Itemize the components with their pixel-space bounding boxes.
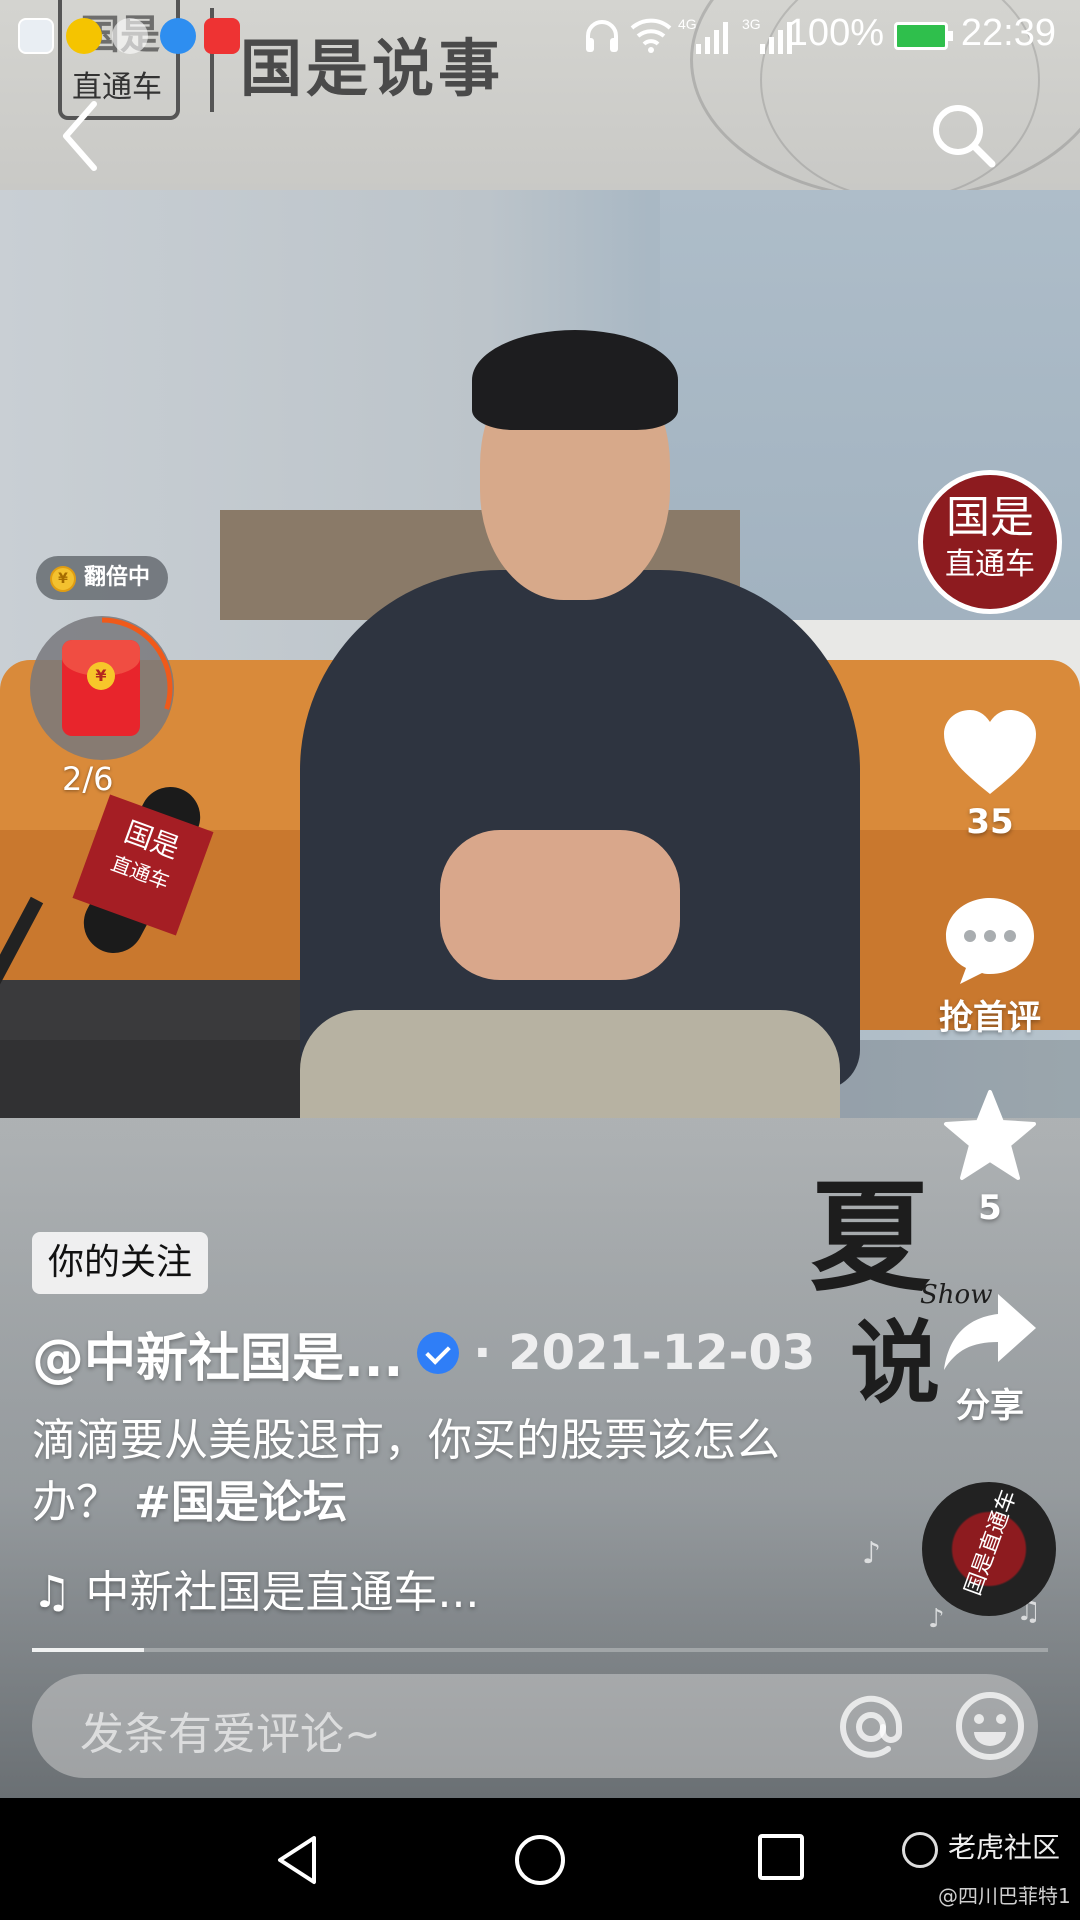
toutiao-app-icon: [204, 18, 240, 54]
author-avatar[interactable]: 国是 直通车: [918, 470, 1062, 614]
battery-icon: [894, 22, 953, 50]
comment-button[interactable]: 抢首评: [930, 894, 1050, 1039]
watermark-char1: 夏: [810, 1167, 930, 1308]
star-icon: [944, 1090, 1036, 1180]
music-note-icon: ♫: [32, 1567, 72, 1618]
tiger-community-logo: [902, 1832, 938, 1868]
caption-hashtag[interactable]: #国是论坛: [134, 1477, 347, 1528]
coin-icon: ¥: [50, 566, 76, 592]
red-packet-icon: ¥: [62, 640, 140, 736]
video-person-hair: [472, 330, 678, 430]
qq-app-icon: [112, 18, 148, 54]
share-arrow-icon: [944, 1294, 1036, 1370]
music-disc-button[interactable]: 国是直通车: [922, 1482, 1056, 1616]
like-button[interactable]: 35: [930, 708, 1050, 842]
status-bar: 4G 3G 100% 22:39: [0, 0, 1080, 72]
video-person-hands: [440, 830, 680, 980]
network-3g-label: 3G: [742, 16, 761, 32]
music-note-icon: ♪: [862, 1536, 882, 1571]
music-info[interactable]: ♫ 中新社国是直通车...: [32, 1556, 479, 1620]
red-packet-progress: 2/6: [62, 760, 114, 798]
comment-bubble-icon: [946, 898, 1034, 984]
system-nav-bar: 老虎社区 @四川巴菲特1: [0, 1798, 1080, 1920]
emoji-icon[interactable]: [954, 1690, 1026, 1762]
favorite-button[interactable]: 5: [930, 1088, 1050, 1228]
battery-percent: 100%: [786, 12, 884, 54]
author-line: @中新社国是... · 2021-12-03: [32, 1316, 816, 1391]
favorite-count: 5: [978, 1188, 1002, 1228]
like-count: 35: [966, 802, 1014, 842]
nav-back-icon[interactable]: [270, 1832, 326, 1888]
headphones-icon: [586, 20, 618, 52]
wifi-icon: [630, 18, 672, 53]
back-button[interactable]: [50, 96, 110, 176]
comment-label: 抢首评: [939, 998, 1041, 1038]
screen: 国是 直通车 国是说事 4G 3G 100%: [0, 0, 1080, 1920]
verified-badge-icon: [417, 1332, 460, 1374]
video-person-legs: [300, 1010, 840, 1118]
watermark-username: @四川巴菲特1: [938, 1884, 1071, 1908]
share-button[interactable]: 分享: [930, 1290, 1050, 1427]
heart-icon: [944, 710, 1036, 794]
comment-placeholder: 发条有爱评论~: [80, 1709, 381, 1760]
mention-icon[interactable]: [836, 1692, 906, 1762]
playback-progress-bar[interactable]: [32, 1648, 1048, 1652]
music-disc-label: 国是直通车: [960, 1486, 1022, 1599]
post-date: · 2021-12-03: [473, 1325, 816, 1381]
comment-input[interactable]: 发条有爱评论~: [32, 1674, 1038, 1778]
music-note-icon: ♪: [928, 1604, 945, 1634]
avatar-line1: 国是: [946, 492, 1034, 543]
search-button[interactable]: [924, 96, 1004, 176]
avatar-line2: 直通车: [945, 547, 1035, 582]
nav-home-icon[interactable]: [512, 1832, 568, 1888]
emoji-app-icon: [66, 18, 102, 54]
red-packet-button[interactable]: ¥: [30, 616, 174, 760]
browser-app-icon: [18, 18, 54, 54]
music-title: 中新社国是直通车...: [85, 1567, 480, 1618]
playback-progress-fill: [32, 1648, 144, 1652]
signal-4g-icon: [696, 22, 728, 54]
hotspot-app-icon: [160, 18, 196, 54]
network-4g-label: 4G: [678, 16, 697, 32]
share-label: 分享: [956, 1386, 1024, 1426]
status-time: 22:39: [960, 12, 1056, 54]
video-caption: 滴滴要从美股退市，你买的股票该怎么办？ #国是论坛: [32, 1410, 832, 1534]
nav-recent-apps-icon[interactable]: [756, 1832, 806, 1882]
watermark-site-name: 老虎社区: [948, 1831, 1061, 1864]
author-name[interactable]: @中新社国是...: [32, 1316, 403, 1391]
follow-tag: 你的关注: [32, 1232, 209, 1294]
